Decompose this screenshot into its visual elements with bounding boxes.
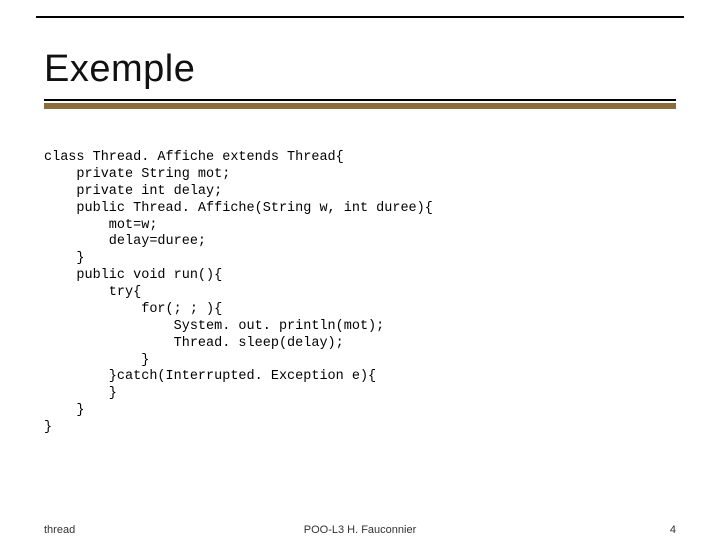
header: Exemple xyxy=(44,48,676,109)
rule-thick xyxy=(44,103,676,109)
slide-title: Exemple xyxy=(44,48,676,91)
header-rules xyxy=(44,99,676,109)
rule-thin xyxy=(44,99,676,101)
code-block: class Thread. Affiche extends Thread{ pr… xyxy=(44,150,676,437)
slide: Exemple class Thread. Affiche extends Th… xyxy=(0,0,720,540)
footer-right: 4 xyxy=(670,524,676,536)
footer-center: POO-L3 H. Fauconnier xyxy=(0,524,720,536)
top-rule xyxy=(36,16,684,18)
